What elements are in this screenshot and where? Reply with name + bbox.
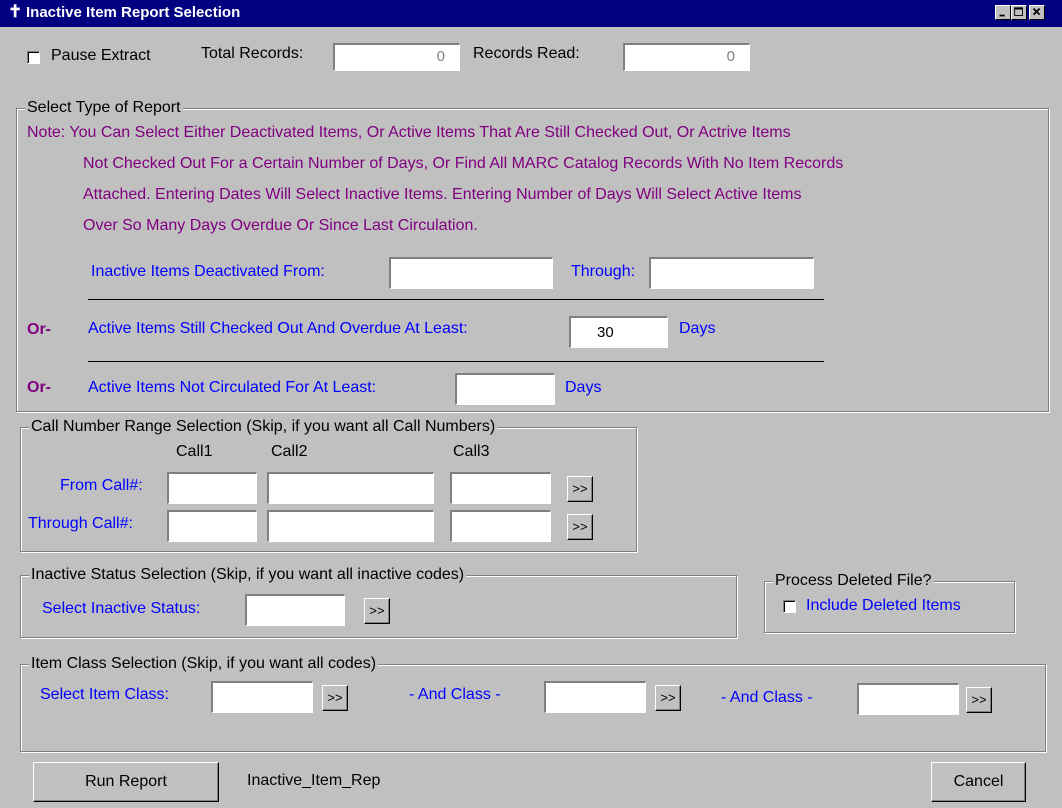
days-label-1: Days <box>679 320 716 337</box>
through-call1-input[interactable] <box>167 510 257 542</box>
through-call-label: Through Call#: <box>28 515 133 532</box>
deactivated-from-label: Inactive Items Deactivated From: <box>91 263 325 280</box>
maximize-icon[interactable] <box>1011 5 1027 20</box>
total-records-field: 0 <box>333 43 460 71</box>
from-call-label: From Call#: <box>60 477 143 494</box>
inactive-status-input[interactable] <box>245 594 345 626</box>
call1-header: Call1 <box>176 443 213 460</box>
divider-2 <box>88 361 824 362</box>
cancel-button[interactable]: Cancel <box>931 762 1026 802</box>
app-icon: ✝ <box>8 2 23 21</box>
and-class-label-2: - And Class - <box>721 689 813 706</box>
note-line-4: Over So Many Days Overdue Or Since Last … <box>83 217 478 234</box>
from-call3-input[interactable] <box>450 472 551 504</box>
item-class-lookup-button-1[interactable]: >> <box>322 685 348 711</box>
through-call3-input[interactable] <box>450 510 551 542</box>
item-class-input-1[interactable] <box>211 681 313 713</box>
deactivated-from-input[interactable] <box>389 257 553 289</box>
deactivated-through-input[interactable] <box>649 257 814 289</box>
include-deleted-label: Include Deleted Items <box>806 597 961 614</box>
note-line-1: Note: You Can Select Either Deactivated … <box>27 124 791 141</box>
minimize-icon[interactable] <box>995 5 1011 20</box>
close-icon[interactable] <box>1029 5 1045 20</box>
through-call-lookup-button[interactable]: >> <box>567 514 593 540</box>
report-type-legend: Select Type of Report <box>25 99 183 117</box>
note-line-2: Not Checked Out For a Certain Number of … <box>83 155 844 172</box>
include-deleted-checkbox[interactable] <box>783 600 796 613</box>
deleted-file-legend: Process Deleted File? <box>773 572 934 590</box>
item-class-input-3[interactable] <box>857 683 959 715</box>
from-call-lookup-button[interactable]: >> <box>567 476 593 502</box>
pause-extract-checkbox[interactable] <box>27 51 40 64</box>
call3-header: Call3 <box>453 443 490 460</box>
total-records-label: Total Records: <box>201 45 304 62</box>
inactive-status-label: Select Inactive Status: <box>42 600 201 617</box>
records-read-field: 0 <box>623 43 750 71</box>
item-class-input-2[interactable] <box>544 681 646 713</box>
from-call1-input[interactable] <box>167 472 257 504</box>
call-range-legend: Call Number Range Selection (Skip, if yo… <box>29 418 498 436</box>
or-label-2: Or- <box>27 379 51 396</box>
call2-header: Call2 <box>271 443 308 460</box>
report-name-label: Inactive_Item_Rep <box>247 772 381 789</box>
item-class-label: Select Item Class: <box>40 686 169 703</box>
and-class-label-1: - And Class - <box>409 686 501 703</box>
not-circulated-days-input[interactable] <box>455 373 555 405</box>
overdue-label: Active Items Still Checked Out And Overd… <box>88 320 468 337</box>
title-bar[interactable]: ✝ Inactive Item Report Selection <box>0 0 1062 27</box>
inactive-status-lookup-button[interactable]: >> <box>364 598 390 624</box>
overdue-days-input[interactable]: 30 <box>569 316 668 348</box>
inactive-status-legend: Inactive Status Selection (Skip, if you … <box>29 566 467 584</box>
days-label-2: Days <box>565 379 602 396</box>
not-circulated-label: Active Items Not Circulated For At Least… <box>88 379 377 396</box>
report-type-note: Note: You Can Select Either Deactivated … <box>27 117 843 241</box>
records-read-label: Records Read: <box>473 45 580 62</box>
run-report-button[interactable]: Run Report <box>33 762 219 802</box>
through-label: Through: <box>571 263 636 280</box>
window-title: Inactive Item Report Selection <box>26 4 241 21</box>
or-label-1: Or- <box>27 321 51 338</box>
divider-1 <box>88 299 824 300</box>
item-class-lookup-button-2[interactable]: >> <box>655 685 681 711</box>
item-class-lookup-button-3[interactable]: >> <box>966 687 992 713</box>
through-call2-input[interactable] <box>267 510 434 542</box>
note-line-3: Attached. Entering Dates Will Select Ina… <box>83 186 802 203</box>
from-call2-input[interactable] <box>267 472 434 504</box>
item-class-legend: Item Class Selection (Skip, if you want … <box>29 655 379 673</box>
pause-extract-label: Pause Extract <box>51 47 151 64</box>
